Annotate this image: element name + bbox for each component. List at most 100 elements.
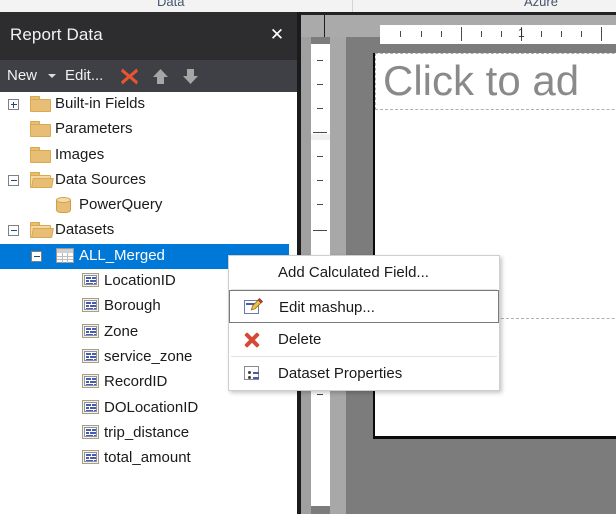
folder-icon bbox=[30, 96, 51, 112]
tree-item[interactable]: DOLocationID bbox=[0, 396, 289, 421]
collapse-minus-icon[interactable] bbox=[31, 250, 42, 262]
chevron-down-icon[interactable] bbox=[48, 74, 56, 78]
edit-button[interactable]: Edit... bbox=[65, 60, 103, 92]
ribbon-tab-data[interactable]: Data bbox=[157, 0, 184, 9]
ruler-tick bbox=[317, 60, 323, 61]
delete-x-icon[interactable] bbox=[120, 67, 139, 86]
folder-body bbox=[30, 225, 51, 239]
grid-col-line bbox=[62, 252, 63, 263]
grid-header bbox=[57, 248, 73, 253]
tree-item-label: Zone bbox=[104, 322, 139, 340]
tree-item-label: service_zone bbox=[104, 347, 193, 365]
tree-item[interactable]: Datasets bbox=[0, 218, 289, 243]
field-icon-bar bbox=[92, 352, 96, 355]
folder-body bbox=[30, 149, 51, 163]
tree-item[interactable]: Built-in Fields bbox=[0, 92, 289, 117]
tree-item-label: DOLocationID bbox=[104, 398, 199, 416]
context-menu-item-label: Delete bbox=[278, 331, 322, 348]
field-icon-bar bbox=[92, 454, 96, 457]
field-icon-bar bbox=[94, 283, 96, 285]
field-icon-bar bbox=[86, 378, 91, 381]
properties-icon bbox=[243, 365, 261, 382]
ruler-tick bbox=[541, 31, 542, 37]
field-icon bbox=[82, 323, 99, 338]
tree-item[interactable]: trip_distance bbox=[0, 421, 289, 446]
field-icon-bar bbox=[92, 378, 96, 381]
field-icon-bar bbox=[86, 327, 91, 330]
rsreport-designer-window: Data Azure Report Data ✕ New Edit... Bui… bbox=[0, 0, 616, 514]
field-icon-bar bbox=[86, 384, 93, 386]
field-icon-bar bbox=[92, 428, 96, 431]
field-icon-inner bbox=[84, 275, 97, 286]
field-icon-bar bbox=[90, 431, 96, 434]
collapse-minus-icon[interactable] bbox=[8, 174, 19, 186]
field-icon-bar bbox=[90, 457, 96, 460]
dataset-grid-icon bbox=[56, 247, 74, 263]
field-icon-bar bbox=[94, 409, 96, 411]
tree-item-label: Borough bbox=[104, 297, 161, 315]
field-icon-bar bbox=[86, 403, 91, 406]
dataset-context-menu[interactable]: Add Calculated Field... Edit mashup... Del… bbox=[228, 255, 500, 391]
context-menu-item[interactable]: Dataset Properties bbox=[229, 357, 499, 390]
field-icon-inner bbox=[84, 300, 97, 311]
field-icon-bar bbox=[86, 277, 91, 280]
tree-item[interactable]: total_amount bbox=[0, 446, 289, 471]
horizontal-ruler[interactable]: 1 bbox=[380, 25, 616, 44]
ruler-tick-major bbox=[313, 230, 327, 231]
field-icon-bar bbox=[90, 406, 96, 409]
folder-body bbox=[30, 174, 51, 188]
field-icon-bar bbox=[86, 358, 93, 360]
tree-item[interactable]: Parameters bbox=[0, 117, 289, 142]
field-icon-bar bbox=[86, 330, 89, 333]
tree-item[interactable]: Data Sources bbox=[0, 168, 289, 193]
ruler-tick bbox=[317, 204, 323, 205]
ribbon-tab-azure[interactable]: Azure bbox=[524, 0, 558, 9]
new-button[interactable]: New bbox=[7, 60, 37, 92]
report-data-title-bar: Report Data ✕ bbox=[0, 12, 297, 60]
close-icon[interactable]: ✕ bbox=[266, 24, 288, 46]
tree-item-label: Parameters bbox=[55, 120, 133, 138]
field-icon-bar bbox=[86, 280, 89, 283]
ruler-tick bbox=[441, 31, 442, 37]
properties-bullet bbox=[248, 371, 251, 374]
arrow-down-glyph bbox=[183, 69, 198, 84]
ruler-tick bbox=[317, 84, 323, 85]
field-icon bbox=[82, 450, 99, 465]
report-title-textbox[interactable]: Click to ad bbox=[375, 53, 616, 110]
collapse-minus-icon[interactable] bbox=[8, 225, 19, 237]
field-icon-bar bbox=[90, 330, 96, 333]
mashup-edit-icon bbox=[244, 298, 263, 316]
properties-bullet bbox=[248, 376, 251, 379]
field-icon-bar bbox=[94, 460, 96, 462]
move-up-icon[interactable] bbox=[152, 68, 169, 85]
ribbon-tab-strip: Data Azure bbox=[0, 0, 616, 12]
folder-open-icon bbox=[30, 222, 51, 239]
field-icon-bar bbox=[94, 434, 96, 436]
context-menu-item[interactable]: Delete bbox=[229, 323, 499, 356]
ruler-tick-major bbox=[461, 27, 462, 41]
ruler-label: 1 bbox=[518, 26, 525, 40]
delete-x-glyph bbox=[121, 68, 138, 85]
context-menu-item-label: Dataset Properties bbox=[278, 365, 403, 382]
field-icon-bar bbox=[86, 355, 89, 358]
tree-item[interactable]: PowerQuery bbox=[0, 193, 289, 218]
database-icon bbox=[56, 197, 71, 214]
expand-plus-icon[interactable] bbox=[8, 99, 19, 110]
ruler-tick bbox=[317, 156, 323, 157]
ruler-tick bbox=[317, 108, 323, 109]
tree-item-label: Images bbox=[55, 145, 105, 163]
context-menu-item[interactable]: Edit mashup... bbox=[229, 290, 499, 323]
ruler-tick bbox=[581, 31, 582, 37]
field-icon bbox=[82, 273, 99, 288]
folder-body bbox=[30, 124, 51, 138]
field-icon-bar bbox=[90, 305, 96, 308]
ribbon-tab-separator bbox=[352, 0, 353, 12]
vertical-ruler-gap bbox=[311, 134, 330, 140]
tree-item[interactable]: Images bbox=[0, 143, 289, 168]
tree-item-label: Built-in Fields bbox=[55, 95, 146, 112]
context-menu-item[interactable]: Add Calculated Field... bbox=[229, 256, 499, 289]
move-down-icon[interactable] bbox=[182, 68, 199, 85]
field-icon-bar bbox=[86, 308, 93, 310]
page-title: Report Data bbox=[10, 25, 103, 44]
field-icon-bar bbox=[86, 305, 89, 308]
